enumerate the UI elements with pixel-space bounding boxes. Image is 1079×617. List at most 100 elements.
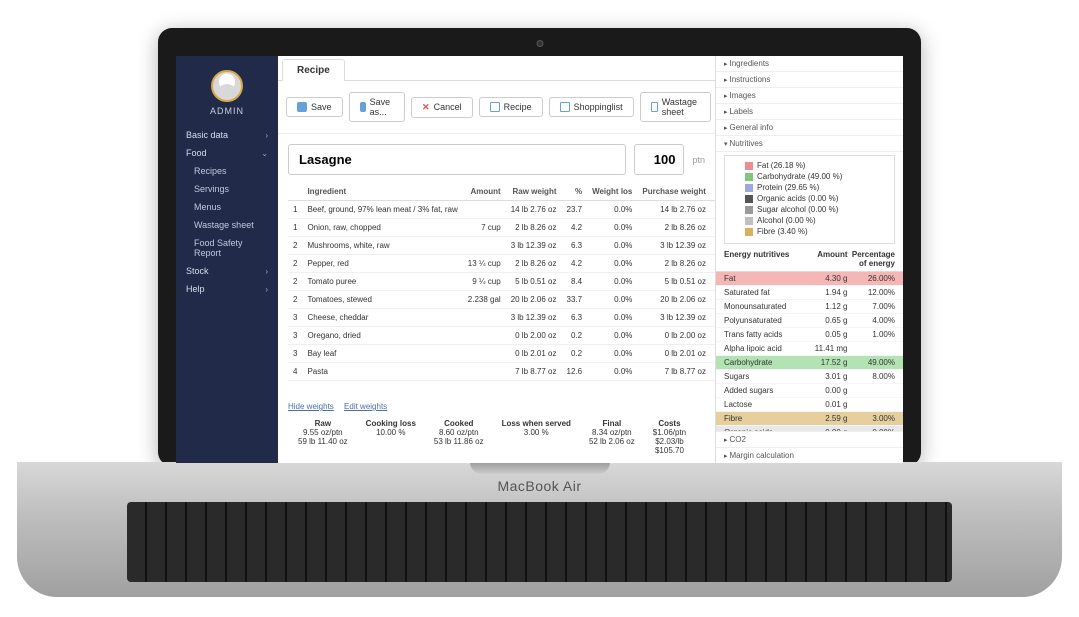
- chevron-icon: ⌄: [261, 149, 268, 158]
- avatar[interactable]: [211, 70, 243, 102]
- nutrient-row: Fibre2.59 g3.00%: [716, 412, 903, 426]
- nutrient-row: Saturated fat1.94 g12.00%: [716, 286, 903, 300]
- nav-item[interactable]: Help›: [176, 280, 278, 298]
- recipe-name-input[interactable]: [288, 144, 626, 175]
- nav-subitem[interactable]: Recipes: [176, 162, 278, 180]
- swatch-icon: [745, 162, 753, 170]
- save-as-label: Save as...: [370, 97, 394, 117]
- sidebar: ADMIN Basic data›Food⌄RecipesServingsMen…: [176, 56, 278, 463]
- keyboard: [127, 502, 952, 582]
- table-row[interactable]: 3Oregano, dried0 lb 2.00 oz0.20.0%0 lb 2…: [288, 327, 715, 345]
- accordion-item[interactable]: Images: [716, 88, 903, 104]
- summary-bar: Raw9.55 oz/ptn59 lb 11.40 oz Cooking los…: [278, 415, 715, 463]
- accordion-item[interactable]: General info: [716, 120, 903, 136]
- table-row[interactable]: 2Tomato puree9 ¼ cup5 lb 0.51 oz8.40.0%5…: [288, 273, 715, 291]
- titlebar: ptn: [278, 134, 715, 183]
- table-row[interactable]: 2Mushrooms, white, raw3 lb 12.39 oz6.30.…: [288, 237, 715, 255]
- save-as-icon: [360, 102, 366, 112]
- ingredients-grid[interactable]: IngredientAmountRaw weight%Weight losPur…: [278, 183, 715, 398]
- camera-dot: [536, 40, 543, 47]
- main-area: Recipe Save Save as... ✕ Cancel Recipe Sh…: [278, 56, 715, 463]
- swatch-icon: [745, 184, 753, 192]
- nutrient-row: Carbohydrate17.52 g49.00%: [716, 356, 903, 370]
- summary-servloss: Loss when served3.00 %: [502, 419, 571, 455]
- accordion-item[interactable]: Labels: [716, 104, 903, 120]
- save-icon: [297, 102, 307, 112]
- wastage-button[interactable]: Wastage sheet: [640, 92, 711, 122]
- nav-subitem[interactable]: Wastage sheet: [176, 216, 278, 234]
- column-header[interactable]: Weight los: [587, 183, 637, 201]
- swatch-icon: [745, 195, 753, 203]
- swatch-icon: [745, 228, 753, 236]
- right-panel: IngredientsInstructionsImagesLabelsGener…: [715, 56, 903, 463]
- accordion-item[interactable]: Margin calculation: [716, 447, 903, 463]
- base-lip: [470, 462, 610, 474]
- column-header[interactable]: Purchase weight: [637, 183, 711, 201]
- nav-item[interactable]: Basic data›: [176, 126, 278, 144]
- tab-recipe[interactable]: Recipe: [282, 59, 345, 81]
- ingredients-table: IngredientAmountRaw weight%Weight losPur…: [288, 183, 715, 381]
- nutrient-row: Alpha lipoic acid11.41 mg: [716, 342, 903, 356]
- legend-row: Sugar alcohol (0.00 %): [745, 204, 886, 215]
- shoppinglist-button[interactable]: Shoppinglist: [549, 97, 634, 117]
- doc-icon: [490, 102, 500, 112]
- nav-item[interactable]: Food⌄: [176, 144, 278, 162]
- chevron-icon: ›: [265, 131, 268, 140]
- table-row[interactable]: 4Pasta7 lb 8.77 oz12.60.0%7 lb 8.77 oz$2…: [288, 363, 715, 381]
- brand-label: MacBook Air: [17, 478, 1062, 494]
- cancel-icon: ✕: [422, 102, 430, 113]
- summary-raw: Raw9.55 oz/ptn59 lb 11.40 oz: [298, 419, 348, 455]
- accordion-item[interactable]: Nutritives: [716, 136, 903, 152]
- nav-subitem[interactable]: Menus: [176, 198, 278, 216]
- table-row[interactable]: 2Tomatoes, stewed2.238 gal20 lb 2.06 oz3…: [288, 291, 715, 309]
- chevron-icon: ›: [265, 267, 268, 276]
- table-row[interactable]: 3Cheese, cheddar3 lb 12.39 oz6.30.0%3 lb…: [288, 309, 715, 327]
- nav-subitem[interactable]: Food Safety Report: [176, 234, 278, 262]
- edit-weights-link[interactable]: Edit weights: [344, 402, 387, 411]
- accordion-item[interactable]: CO2: [716, 431, 903, 447]
- wastage-label: Wastage sheet: [662, 97, 700, 117]
- nutrient-row: Lactose0.01 g: [716, 398, 903, 412]
- accordion-item[interactable]: Ingredients: [716, 56, 903, 72]
- nav-subitem[interactable]: Servings: [176, 180, 278, 198]
- recipe-button[interactable]: Recipe: [479, 97, 543, 117]
- nutrients-header: Energy nutritives Amount Percentage of e…: [716, 247, 903, 272]
- column-header[interactable]: Amount: [463, 183, 506, 201]
- laptop-frame: MacBook Air ADMIN Basic data›Food⌄Recipe…: [0, 0, 1079, 617]
- cancel-button[interactable]: ✕ Cancel: [411, 97, 473, 118]
- toolbar: Save Save as... ✕ Cancel Recipe Shoppingl…: [278, 81, 715, 134]
- save-as-button[interactable]: Save as...: [349, 92, 406, 122]
- shoppinglist-label: Shoppinglist: [574, 102, 623, 112]
- hide-weights-link[interactable]: Hide weights: [288, 402, 334, 411]
- column-header[interactable]: Raw weight: [506, 183, 562, 201]
- nav-item[interactable]: Stock›: [176, 262, 278, 280]
- recipe-label: Recipe: [504, 102, 532, 112]
- nutrient-row: Polyunsaturated0.65 g4.00%: [716, 314, 903, 328]
- tabbar: Recipe: [278, 56, 715, 81]
- nutrient-row: Added sugars0.00 g: [716, 384, 903, 398]
- legend-row: Carbohydrate (49.00 %): [745, 171, 886, 182]
- legend-row: Protein (29.65 %): [745, 182, 886, 193]
- portions-input[interactable]: [634, 144, 684, 175]
- swatch-icon: [745, 217, 753, 225]
- save-button[interactable]: Save: [286, 97, 343, 117]
- table-row[interactable]: 3Bay leaf0 lb 2.01 oz0.20.0%0 lb 2.01 oz…: [288, 345, 715, 363]
- legend-row: Fat (26.18 %): [745, 160, 886, 171]
- column-header[interactable]: Ingredient: [302, 183, 462, 201]
- table-row[interactable]: 1Onion, raw, chopped7 cup2 lb 8.26 oz4.2…: [288, 219, 715, 237]
- swatch-icon: [745, 173, 753, 181]
- accordion-item[interactable]: Instructions: [716, 72, 903, 88]
- table-row[interactable]: 1Beef, ground, 97% lean meat / 3% fat, r…: [288, 201, 715, 219]
- nutrient-row: Sugars3.01 g8.00%: [716, 370, 903, 384]
- table-row[interactable]: 2Pepper, red13 ¼ cup2 lb 8.26 oz4.20.0%2…: [288, 255, 715, 273]
- list-icon: [560, 102, 570, 112]
- summary-cooked: Cooked8.60 oz/ptn53 lb 11.86 oz: [434, 419, 484, 455]
- summary-costs: Costs$1.06/ptn$2.03/lb$105.70: [653, 419, 686, 455]
- cancel-label: Cancel: [434, 102, 462, 112]
- legend-row: Organic acids (0.00 %): [745, 193, 886, 204]
- nutrient-row: Monounsaturated1.12 g7.00%: [716, 300, 903, 314]
- app-screen: ADMIN Basic data›Food⌄RecipesServingsMen…: [176, 56, 903, 463]
- laptop-base: MacBook Air: [17, 462, 1062, 597]
- column-header[interactable]: %: [562, 183, 588, 201]
- summary-final: Final8.34 oz/ptn52 lb 2.06 oz: [589, 419, 635, 455]
